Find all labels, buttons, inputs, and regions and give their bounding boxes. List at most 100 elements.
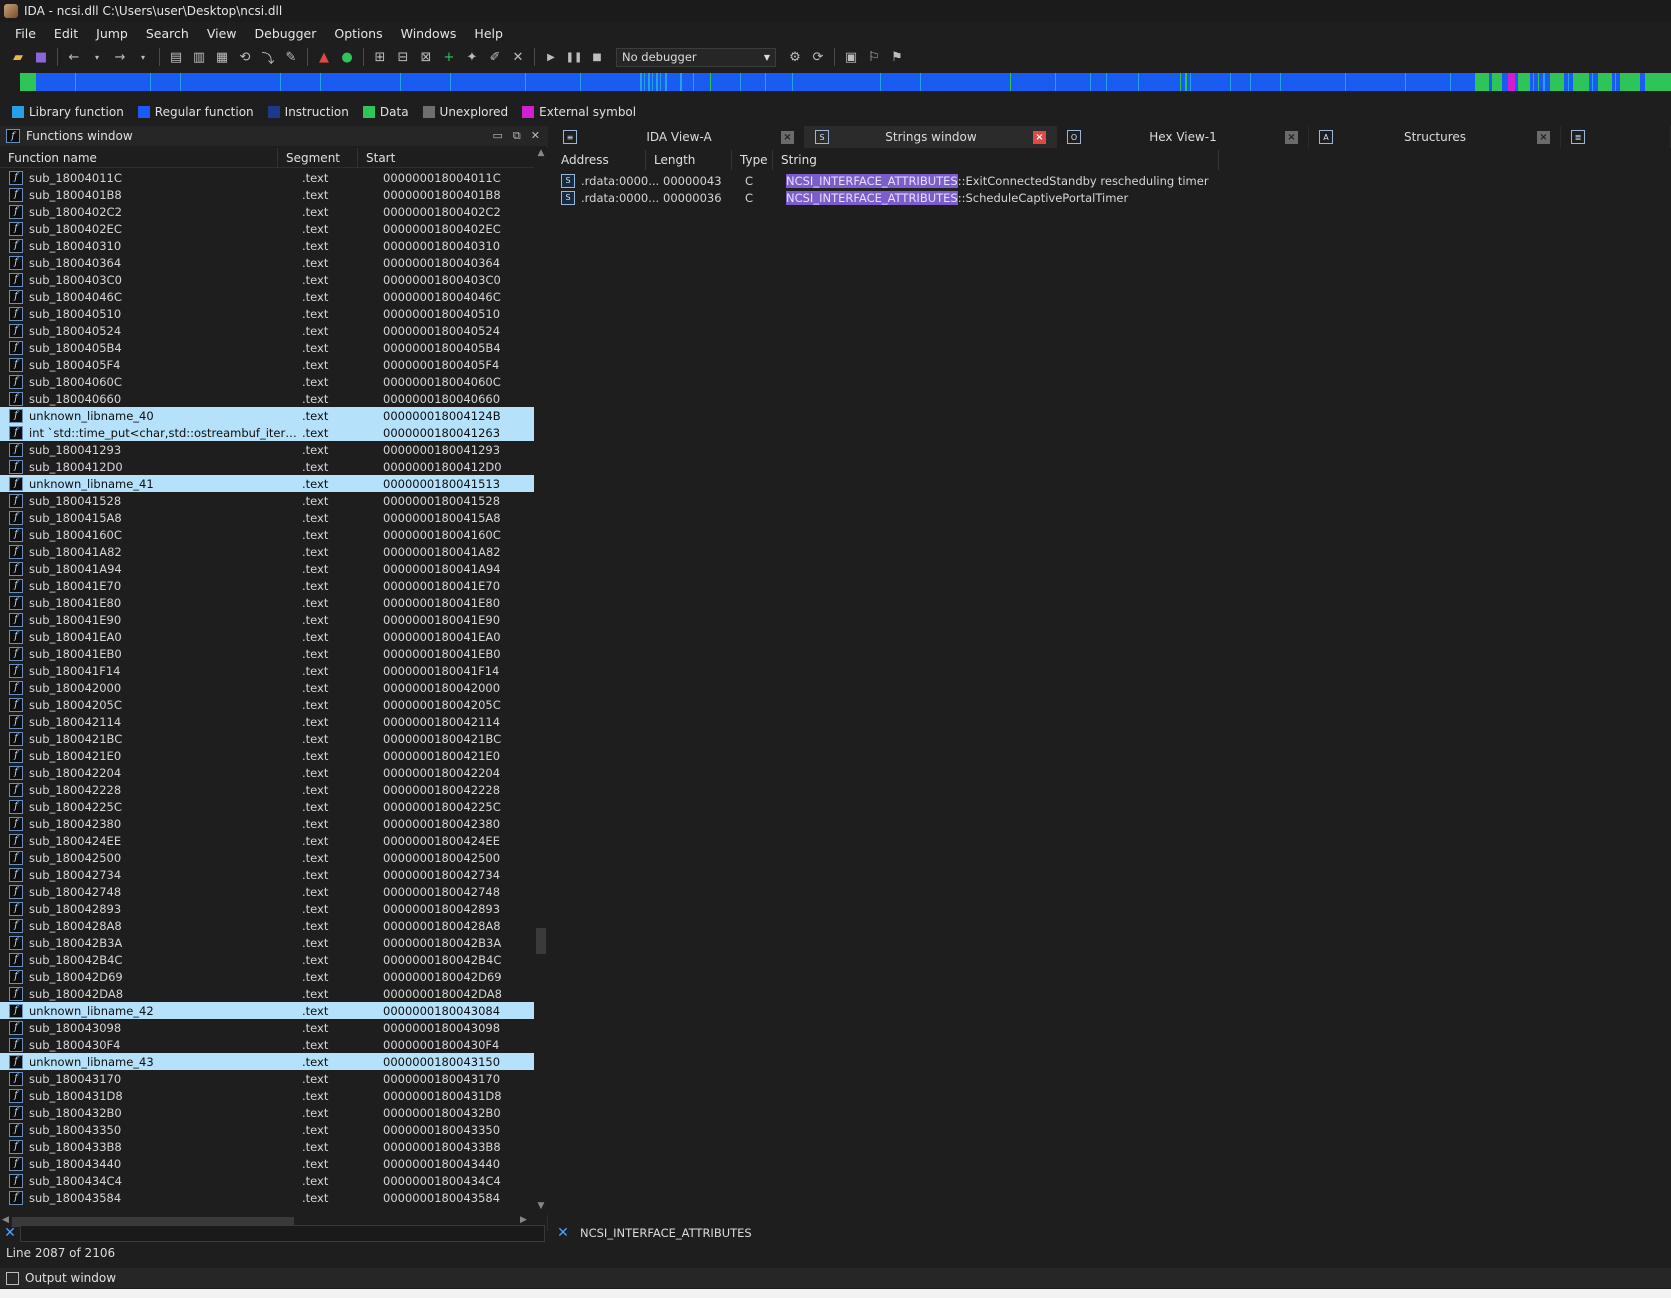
- function-row[interactable]: f sub_1800402C2 .text 00000001800402C2: [0, 203, 534, 220]
- function-row[interactable]: f sub_180040524 .text 0000000180040524: [0, 322, 534, 339]
- function-row[interactable]: f sub_180043584 .text 0000000180043584: [0, 1189, 534, 1206]
- function-row[interactable]: f sub_180042228 .text 0000000180042228: [0, 781, 534, 798]
- function-row[interactable]: f unknown_libname_43 .text 0000000180043150: [0, 1053, 534, 1070]
- function-row[interactable]: f sub_1800431D8 .text 00000001800431D8: [0, 1087, 534, 1104]
- close-x-icon[interactable]: ✕: [508, 47, 528, 67]
- breakpoint-icon[interactable]: ✦: [462, 47, 482, 67]
- menu-view[interactable]: View: [198, 26, 246, 41]
- column-header-type[interactable]: Type: [732, 150, 773, 170]
- tab-enums[interactable]: ≣: [1561, 126, 1671, 148]
- cross-references-icon[interactable]: ▣: [841, 47, 861, 67]
- minimize-icon[interactable]: ▭: [493, 129, 503, 143]
- tab-ida-view-a[interactable]: ≡ IDA View-A ×: [553, 126, 805, 148]
- function-row[interactable]: f sub_1800432B0 .text 00000001800432B0: [0, 1104, 534, 1121]
- function-row[interactable]: f sub_18004011C .text 000000018004011C: [0, 169, 534, 186]
- function-row[interactable]: f sub_180040364 .text 0000000180040364: [0, 254, 534, 271]
- function-row[interactable]: f sub_1800402EC .text 00000001800402EC: [0, 220, 534, 237]
- tab-structures[interactable]: A Structures ×: [1309, 126, 1561, 148]
- function-row[interactable]: f sub_1800428A8 .text 00000001800428A8: [0, 917, 534, 934]
- output-window-body[interactable]: [0, 1289, 1671, 1298]
- function-row[interactable]: f sub_180043170 .text 0000000180043170: [0, 1070, 534, 1087]
- function-row[interactable]: f sub_180041528 .text 0000000180041528: [0, 492, 534, 509]
- menu-help[interactable]: Help: [465, 26, 512, 41]
- function-row[interactable]: f sub_180042748 .text 0000000180042748: [0, 883, 534, 900]
- tab-hex-view-1[interactable]: O Hex View-1 ×: [1057, 126, 1309, 148]
- function-row[interactable]: f unknown_libname_41 .text 0000000180041513: [0, 475, 534, 492]
- make-code-icon[interactable]: ▤: [166, 47, 186, 67]
- functions-vertical-scrollbar[interactable]: ▲ ▼: [534, 148, 548, 1215]
- function-row[interactable]: f sub_180041293 .text 0000000180041293: [0, 441, 534, 458]
- tab-close-icon[interactable]: ×: [1033, 130, 1046, 144]
- menu-windows[interactable]: Windows: [392, 26, 466, 41]
- function-row[interactable]: f sub_180041F14 .text 0000000180041F14: [0, 662, 534, 679]
- function-row[interactable]: f sub_1800433B8 .text 00000001800433B8: [0, 1138, 534, 1155]
- function-row[interactable]: f sub_180042D69 .text 0000000180042D69: [0, 968, 534, 985]
- function-row[interactable]: f sub_180041EA0 .text 0000000180041EA0: [0, 628, 534, 645]
- undefine-icon[interactable]: ⤵: [258, 47, 278, 67]
- function-row[interactable]: f sub_180040310 .text 0000000180040310: [0, 237, 534, 254]
- function-row[interactable]: f sub_1800401B8 .text 00000001800401B8: [0, 186, 534, 203]
- play-icon[interactable]: ▶: [541, 47, 561, 67]
- menu-file[interactable]: File: [6, 26, 45, 41]
- tab-close-icon[interactable]: ×: [781, 130, 794, 144]
- rename-icon[interactable]: ✎: [281, 47, 301, 67]
- debugger-select[interactable]: No debugger ▼: [616, 47, 776, 67]
- function-row[interactable]: f sub_180042B3A .text 0000000180042B3A: [0, 934, 534, 951]
- function-row[interactable]: f sub_18004225C .text 000000018004225C: [0, 798, 534, 815]
- function-row[interactable]: f sub_1800415A8 .text 00000001800415A8: [0, 509, 534, 526]
- call-graph-icon[interactable]: ⚑: [887, 47, 907, 67]
- scroll-up-icon[interactable]: ▲: [534, 148, 548, 162]
- strings-filter-input[interactable]: [573, 1224, 1663, 1242]
- function-row[interactable]: f sub_180042380 .text 0000000180042380: [0, 815, 534, 832]
- tab-close-icon[interactable]: ×: [1285, 130, 1298, 144]
- function-row[interactable]: f sub_180041E70 .text 0000000180041E70: [0, 577, 534, 594]
- function-row[interactable]: f sub_1800421E0 .text 00000001800421E0: [0, 747, 534, 764]
- menu-debugger[interactable]: Debugger: [246, 26, 326, 41]
- function-row[interactable]: f sub_180043350 .text 0000000180043350: [0, 1121, 534, 1138]
- function-row[interactable]: f sub_1800421BC .text 00000001800421BC: [0, 730, 534, 747]
- function-row[interactable]: f sub_180042000 .text 0000000180042000: [0, 679, 534, 696]
- function-row[interactable]: f sub_180043098 .text 0000000180043098: [0, 1019, 534, 1036]
- strings-list[interactable]: S .rdata:0000... 00000043 C NCSI_INTERFACE_A…: [553, 172, 1671, 206]
- make-array-icon[interactable]: ⟲: [235, 47, 255, 67]
- save-icon[interactable]: ■: [31, 47, 51, 67]
- warning-icon[interactable]: ▲: [314, 47, 334, 67]
- back-dropdown-icon[interactable]: ▾: [87, 47, 107, 67]
- function-row[interactable]: f sub_18004046C .text 000000018004046C: [0, 288, 534, 305]
- column-header-address[interactable]: Address: [553, 150, 646, 170]
- menu-jump[interactable]: Jump: [87, 26, 137, 41]
- float-icon[interactable]: ⧉: [513, 129, 521, 143]
- back-arrow-icon[interactable]: ←: [64, 47, 84, 67]
- functions-list[interactable]: f sub_18004011C .text 000000018004011C f sub_…: [0, 169, 534, 1215]
- function-row[interactable]: f sub_180040510 .text 0000000180040510: [0, 305, 534, 322]
- function-row[interactable]: f sub_180042114 .text 0000000180042114: [0, 713, 534, 730]
- function-row[interactable]: f sub_1800405B4 .text 00000001800405B4: [0, 339, 534, 356]
- column-header-string[interactable]: String: [773, 150, 1219, 170]
- hex-view-icon[interactable]: ⊟: [393, 47, 413, 67]
- function-row[interactable]: f sub_180042B4C .text 0000000180042B4C: [0, 951, 534, 968]
- column-header-start[interactable]: Start: [358, 148, 534, 168]
- function-row[interactable]: f unknown_libname_40 .text 000000018004124B: [0, 407, 534, 424]
- make-data-icon[interactable]: ▥: [189, 47, 209, 67]
- graph-view-icon[interactable]: ⊞: [370, 47, 390, 67]
- debugger-options-icon[interactable]: ⚙: [785, 47, 805, 67]
- pause-icon[interactable]: ❚❚: [564, 47, 584, 67]
- stop-icon[interactable]: ■: [587, 47, 607, 67]
- strings-icon[interactable]: ⊠: [416, 47, 436, 67]
- attach-process-icon[interactable]: ⟳: [808, 47, 828, 67]
- menu-edit[interactable]: Edit: [45, 26, 87, 41]
- function-row[interactable]: f sub_18004205C .text 000000018004205C: [0, 696, 534, 713]
- tab-strings-window[interactable]: S Strings window ×: [805, 126, 1057, 148]
- menu-options[interactable]: Options: [325, 26, 391, 41]
- scroll-down-icon[interactable]: ▼: [534, 1201, 548, 1215]
- function-row[interactable]: f sub_18004060C .text 000000018004060C: [0, 373, 534, 390]
- function-row[interactable]: f sub_180041A94 .text 0000000180041A94: [0, 560, 534, 577]
- function-row[interactable]: f sub_18004160C .text 000000018004160C: [0, 526, 534, 543]
- filter-close-icon[interactable]: ✕: [0, 1225, 20, 1241]
- function-row[interactable]: f sub_180042893 .text 0000000180042893: [0, 900, 534, 917]
- function-row[interactable]: f sub_180042734 .text 0000000180042734: [0, 866, 534, 883]
- add-icon[interactable]: +: [439, 47, 459, 67]
- navigation-band[interactable]: [20, 73, 1671, 91]
- function-row[interactable]: f sub_1800434C4 .text 00000001800434C4: [0, 1172, 534, 1189]
- menu-search[interactable]: Search: [137, 26, 198, 41]
